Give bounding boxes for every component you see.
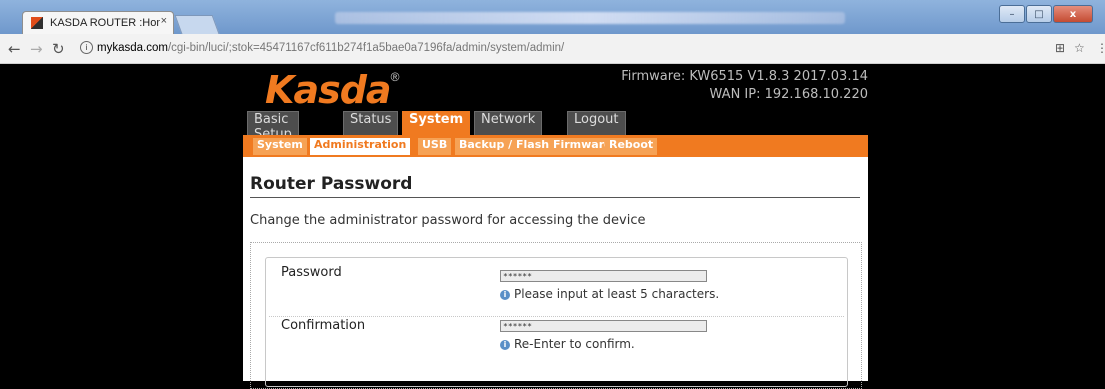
subtab-reboot[interactable]: Reboot (605, 138, 658, 155)
sub-tabs: System Administration USB Backup / Flash… (243, 135, 868, 157)
confirmation-hint: i Re-Enter to confirm. (500, 337, 635, 351)
window-title-blurred (335, 12, 845, 24)
window-controls: – □ x (999, 5, 1093, 23)
close-button[interactable]: x (1053, 5, 1093, 23)
password-hint: i Please input at least 5 characters. (500, 287, 719, 301)
tab-logout[interactable]: Logout (567, 111, 626, 135)
confirmation-label: Confirmation (281, 318, 366, 333)
translate-icon[interactable]: ⊞ (1055, 41, 1065, 55)
browser-titlebar: KASDA ROUTER :Home × – □ x (0, 0, 1105, 34)
password-input[interactable] (500, 270, 707, 282)
address-bar[interactable]: i mykasda.com/cgi-bin/luci/;stok=45471167… (80, 39, 1065, 57)
new-tab-button[interactable] (174, 15, 220, 34)
kasda-logo: Kasda® (265, 68, 399, 112)
subtab-system[interactable]: System (253, 138, 307, 155)
tab-status[interactable]: Status (343, 111, 399, 135)
maximize-button[interactable]: □ (1026, 5, 1052, 23)
firmware-version: Firmware: KW6515 V1.8.3 2017.03.14 (621, 69, 868, 84)
confirmation-input[interactable] (500, 320, 707, 332)
forward-arrow-icon[interactable]: → (30, 40, 43, 58)
site-info-icon[interactable]: i (80, 41, 93, 55)
minimize-button[interactable]: – (999, 5, 1025, 23)
info-bullet-icon: i (500, 289, 510, 300)
page-description: Change the administrator password for ac… (250, 213, 646, 228)
reload-icon[interactable]: ↻ (52, 40, 65, 58)
info-bullet-icon: i (500, 339, 510, 350)
bookmark-star-icon[interactable]: ☆ (1074, 41, 1085, 55)
router-page: Kasda® Firmware: KW6515 V1.8.3 2017.03.1… (0, 64, 1105, 389)
heading-divider (250, 197, 860, 198)
password-label: Password (281, 265, 342, 280)
subtab-administration[interactable]: Administration (310, 138, 411, 155)
wan-ip: WAN IP: 192.168.10.220 (709, 87, 868, 102)
tab-close-icon[interactable]: × (161, 15, 167, 27)
browser-toolbar: ← → ↻ i mykasda.com/cgi-bin/luci/;stok=45… (0, 34, 1105, 64)
url-host: mykasda.com (97, 42, 168, 54)
browser-tab[interactable]: KASDA ROUTER :Home × (22, 11, 174, 34)
url-path: /cgi-bin/luci/;stok=45471167cf611b274f1a… (167, 42, 565, 54)
tab-title: KASDA ROUTER :Home (50, 17, 160, 29)
subtab-usb[interactable]: USB (418, 138, 452, 155)
menu-icon[interactable]: ⋮ (1096, 41, 1105, 55)
password-fieldset: Password iPlease input at least 5 charac… (265, 257, 848, 387)
tab-basic-setup[interactable]: Basic Setup (247, 111, 299, 142)
subtab-backup-flash[interactable]: Backup / Flash Firmware (455, 138, 616, 155)
tab-network[interactable]: Network (474, 111, 543, 135)
tab-system[interactable]: System (402, 111, 471, 135)
back-arrow-icon[interactable]: ← (8, 40, 21, 58)
device-info: Firmware: KW6515 V1.8.3 2017.03.14 WAN I… (621, 68, 868, 104)
kasda-favicon-icon (31, 17, 43, 29)
page-title: Router Password (250, 174, 413, 194)
